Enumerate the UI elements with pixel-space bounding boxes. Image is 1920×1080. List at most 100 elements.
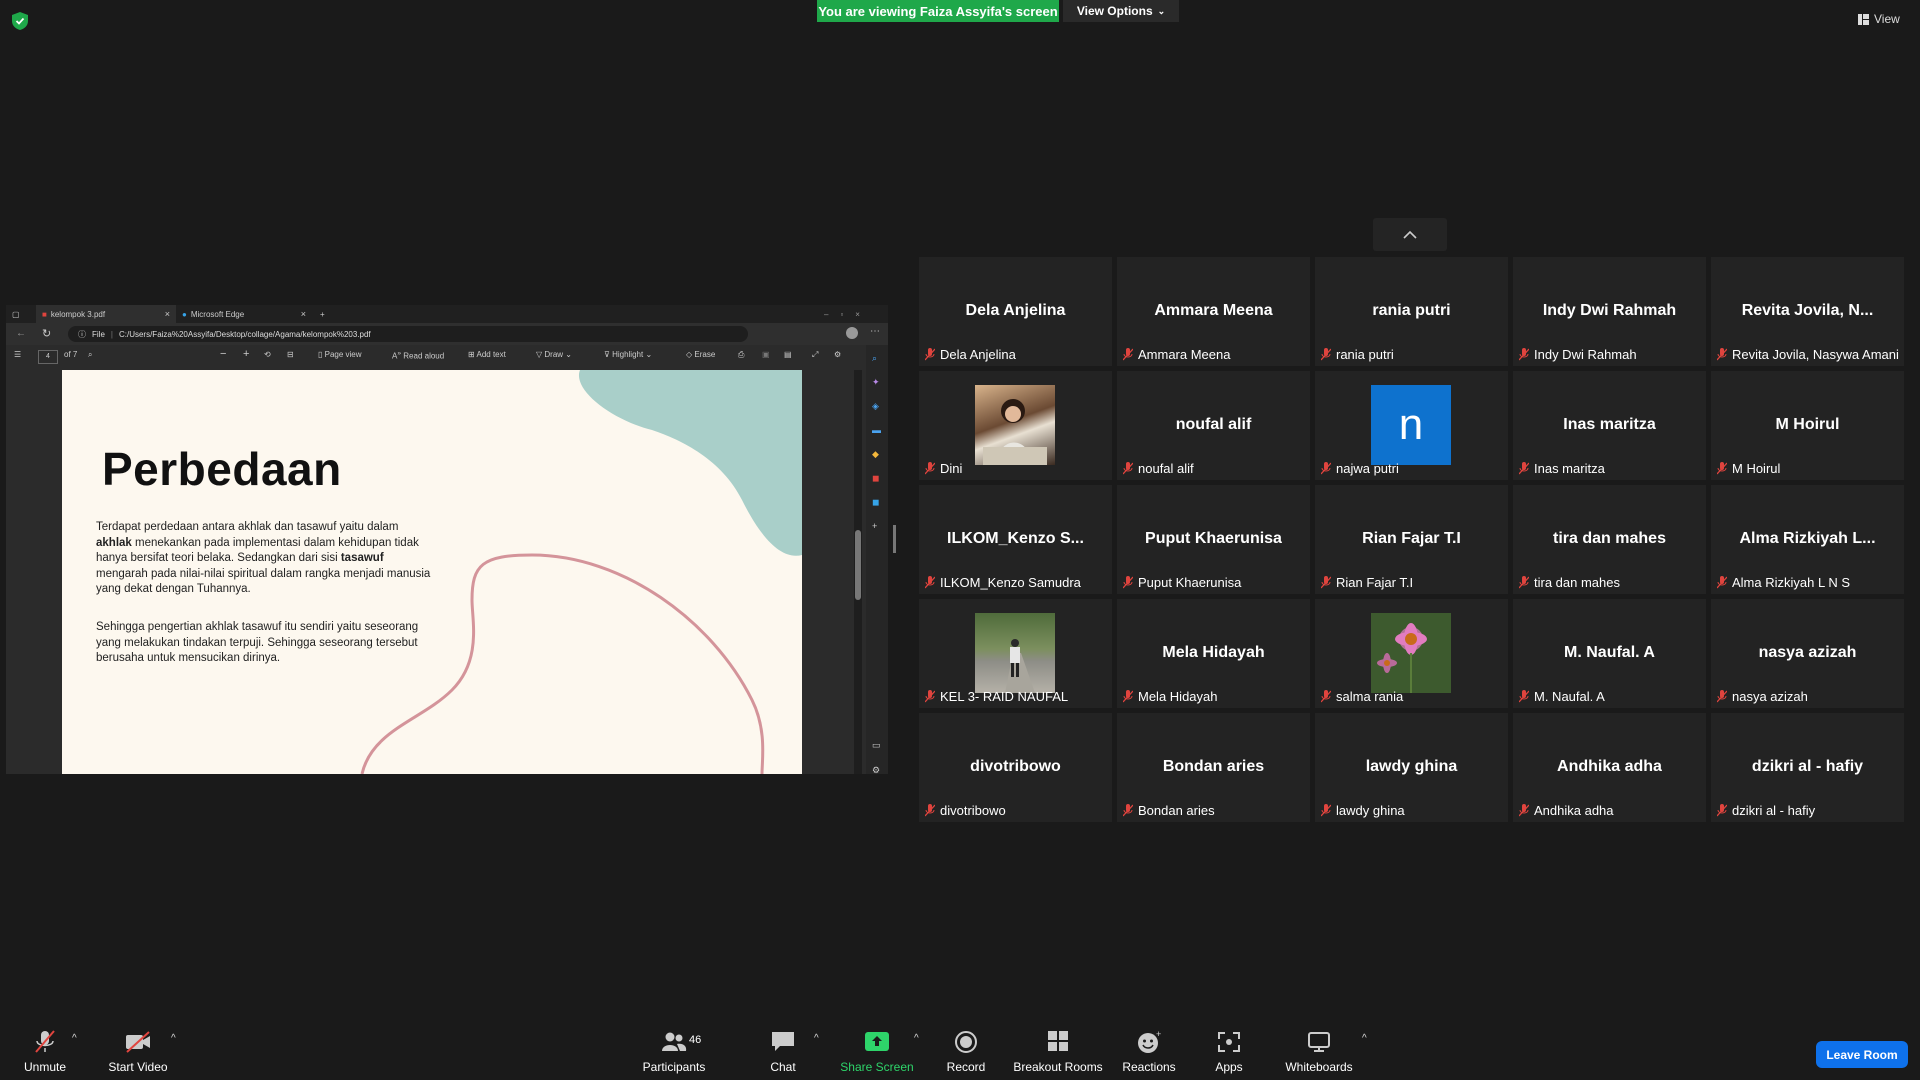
audio-options-caret-icon[interactable]: ^ [72,1033,77,1044]
video-options-caret-icon[interactable]: ^ [171,1033,176,1044]
search-icon[interactable]: ⌕ [872,353,882,363]
contents-icon[interactable]: ☰ [14,350,21,359]
participant-tile-revita-jovila-nasywa-amani[interactable]: Revita Jovila, N... Revita Jovila, Nasywa… [1711,257,1904,366]
view-options-label: View Options [1076,4,1153,18]
participant-tile-alma-rizkiyah-l-n-s[interactable]: Alma Rizkiyah L... Alma Rizkiyah L N S [1711,485,1904,594]
muted-mic-icon [1321,576,1331,589]
gallery-scroll-up-button[interactable] [1373,218,1447,251]
participant-tile-dini[interactable]: Dini [919,371,1112,480]
participant-tile-m-naufal-a[interactable]: M. Naufal. A M. Naufal. A [1513,599,1706,708]
participant-tile-lawdy-ghina[interactable]: lawdy ghina lawdy ghina [1315,713,1508,822]
page-number-input[interactable]: 4 [38,350,58,364]
pdf-toolbar: ☰ 4 of 7 ⌕ − + ⟲ ⊟ ▯ Page view A» Read a… [6,345,866,367]
muted-mic-icon [1519,576,1529,589]
tab-edge-label: Microsoft Edge [190,309,245,319]
view-options-button[interactable]: View Options ⌄ [1063,0,1179,22]
address-input[interactable]: ⓘ File | C:/Users/Faiza%20Assyifa/Deskto… [68,326,748,342]
whiteboards-caret-icon[interactable]: ^ [1362,1033,1367,1044]
briefcase-icon[interactable]: ▬ [872,425,882,435]
participant-tile-tira-dan-mahes[interactable]: tira dan mahes tira dan mahes [1513,485,1706,594]
rotate-icon[interactable]: ⟲ [264,350,271,359]
participant-display-name: Puput Khaerunisa [1145,530,1282,547]
participant-tile-inas-maritza[interactable]: Inas maritza Inas maritza [1513,371,1706,480]
participant-tile-mela-hidayah[interactable]: Mela Hidayah Mela Hidayah [1117,599,1310,708]
participant-tile-dzikri-al-hafiy[interactable]: dzikri al - hafiy dzikri al - hafiy [1711,713,1904,822]
muted-mic-icon [1123,462,1133,475]
scroll-thumb[interactable] [855,530,861,600]
participant-tile-rania-putri[interactable]: rania putri rania putri [1315,257,1508,366]
muted-mic-icon [1321,804,1331,817]
whiteboards-button[interactable]: Whiteboards ^ [1264,1030,1374,1074]
muted-mic-icon [1717,462,1727,475]
add-text-button[interactable]: ⊞ Add text [468,350,506,359]
view-button[interactable]: View [1858,8,1900,30]
page-view-button[interactable]: ▯ Page view [318,350,362,359]
participant-display-name: Andhika adha [1557,758,1662,775]
new-tab-icon[interactable]: + [314,305,334,323]
tab-pdf[interactable]: ■ kelompok 3.pdf × [36,305,176,323]
start-video-button[interactable]: Start Video ^ [83,1030,193,1074]
participant-name-label: Andhika adha [1519,803,1614,818]
participant-tile-m-hoirul[interactable]: M Hoirul M Hoirul [1711,371,1904,480]
tag-icon[interactable]: ◈ [872,401,882,411]
participant-name-label: M Hoirul [1717,461,1780,476]
read-aloud-button[interactable]: A» Read aloud [392,350,444,361]
leave-room-button[interactable]: Leave Room [1816,1041,1908,1068]
participant-tile-ammara-meena[interactable]: Ammara Meena Ammara Meena [1117,257,1310,366]
security-shield-icon[interactable] [12,12,28,30]
unmute-label: Unmute [23,1060,67,1074]
participant-tile-divotribowo[interactable]: divotribowo divotribowo [919,713,1112,822]
pdf-scrollbar[interactable] [854,370,862,774]
refresh-icon[interactable]: ↻ [42,327,51,340]
participant-tile-noufal-alif[interactable]: noufal alif noufal alif [1117,371,1310,480]
settings-icon[interactable]: ⚙ [834,350,841,359]
zoom-in-icon[interactable]: + [243,348,249,360]
hide-sidebar-icon[interactable]: ▭ [872,740,882,750]
outlook-icon[interactable]: ◼ [872,497,882,507]
zoom-out-icon[interactable]: − [220,348,226,360]
tab-actions-icon[interactable]: ▢ [6,305,36,323]
info-icon: ⓘ [78,329,86,339]
participant-tile-puput-khaerunisa[interactable]: Puput Khaerunisa Puput Khaerunisa [1117,485,1310,594]
participant-tile-ilkom-kenzo-samudra[interactable]: ILKOM_Kenzo S... ILKOM_Kenzo Samudra [919,485,1112,594]
print-icon[interactable]: ⎙ [738,350,744,360]
fit-page-icon[interactable]: ⊟ [287,350,294,359]
profile-avatar[interactable] [846,327,858,339]
participant-tile-indy-dwi-rahmah[interactable]: Indy Dwi Rahmah Indy Dwi Rahmah [1513,257,1706,366]
participant-display-name: Mela Hidayah [1162,644,1265,661]
video-off-icon [126,1031,150,1053]
fullscreen-icon[interactable]: ⤢ [812,350,818,360]
participant-tile-najwa-putri[interactable]: n najwa putri [1315,371,1508,480]
more-icon[interactable]: ⋯ [870,326,880,337]
back-icon[interactable]: ← [16,328,26,339]
participant-tile-dela-anjelina[interactable]: Dela Anjelina Dela Anjelina [919,257,1112,366]
participant-display-name: Inas maritza [1563,416,1656,433]
office-icon[interactable]: ◼ [872,473,882,483]
participant-tile-andhika-adha[interactable]: Andhika adha Andhika adha [1513,713,1706,822]
shared-screen[interactable]: ▢ ■ kelompok 3.pdf × ● Microsoft Edge × … [6,305,888,774]
draw-button[interactable]: ▽ Draw ⌄ [536,350,572,359]
participant-tile-kel-3-raid-naufal[interactable]: KEL 3- RAID NAUFAL [919,599,1112,708]
participant-tile-salma-rania[interactable]: salma rania [1315,599,1508,708]
window-controls[interactable]: –▫× [818,305,888,323]
split-resize-handle[interactable] [893,525,896,553]
save-icon[interactable]: ▣ [762,350,770,359]
erase-button[interactable]: ◇ Erase [686,350,715,359]
participant-photo [1371,613,1451,693]
participant-tile-rian-fajar-t-i[interactable]: Rian Fajar T.I Rian Fajar T.I [1315,485,1508,594]
address-bar-row: ← ↻ ⓘ File | C:/Users/Faiza%20Assyifa/De… [6,323,888,345]
close-tab-icon[interactable]: × [165,309,170,319]
tab-edge[interactable]: ● Microsoft Edge × [176,305,312,323]
games-icon[interactable]: ◆ [872,449,882,459]
close-tab-icon[interactable]: × [301,309,306,319]
copilot-icon[interactable]: ✦ [872,377,882,387]
sidebar-settings-icon[interactable]: ⚙ [872,765,882,774]
participant-tile-nasya-azizah[interactable]: nasya azizah nasya azizah [1711,599,1904,708]
participant-tile-bondan-aries[interactable]: Bondan aries Bondan aries [1117,713,1310,822]
chat-caret-icon[interactable]: ^ [814,1033,819,1044]
add-sidebar-icon[interactable]: + [872,521,882,531]
participants-button[interactable]: Participants 46 [619,1030,729,1074]
save-as-icon[interactable]: ▤ [784,350,792,359]
highlight-button[interactable]: ⊽ Highlight ⌄ [604,350,652,359]
search-icon[interactable]: ⌕ [88,350,92,360]
